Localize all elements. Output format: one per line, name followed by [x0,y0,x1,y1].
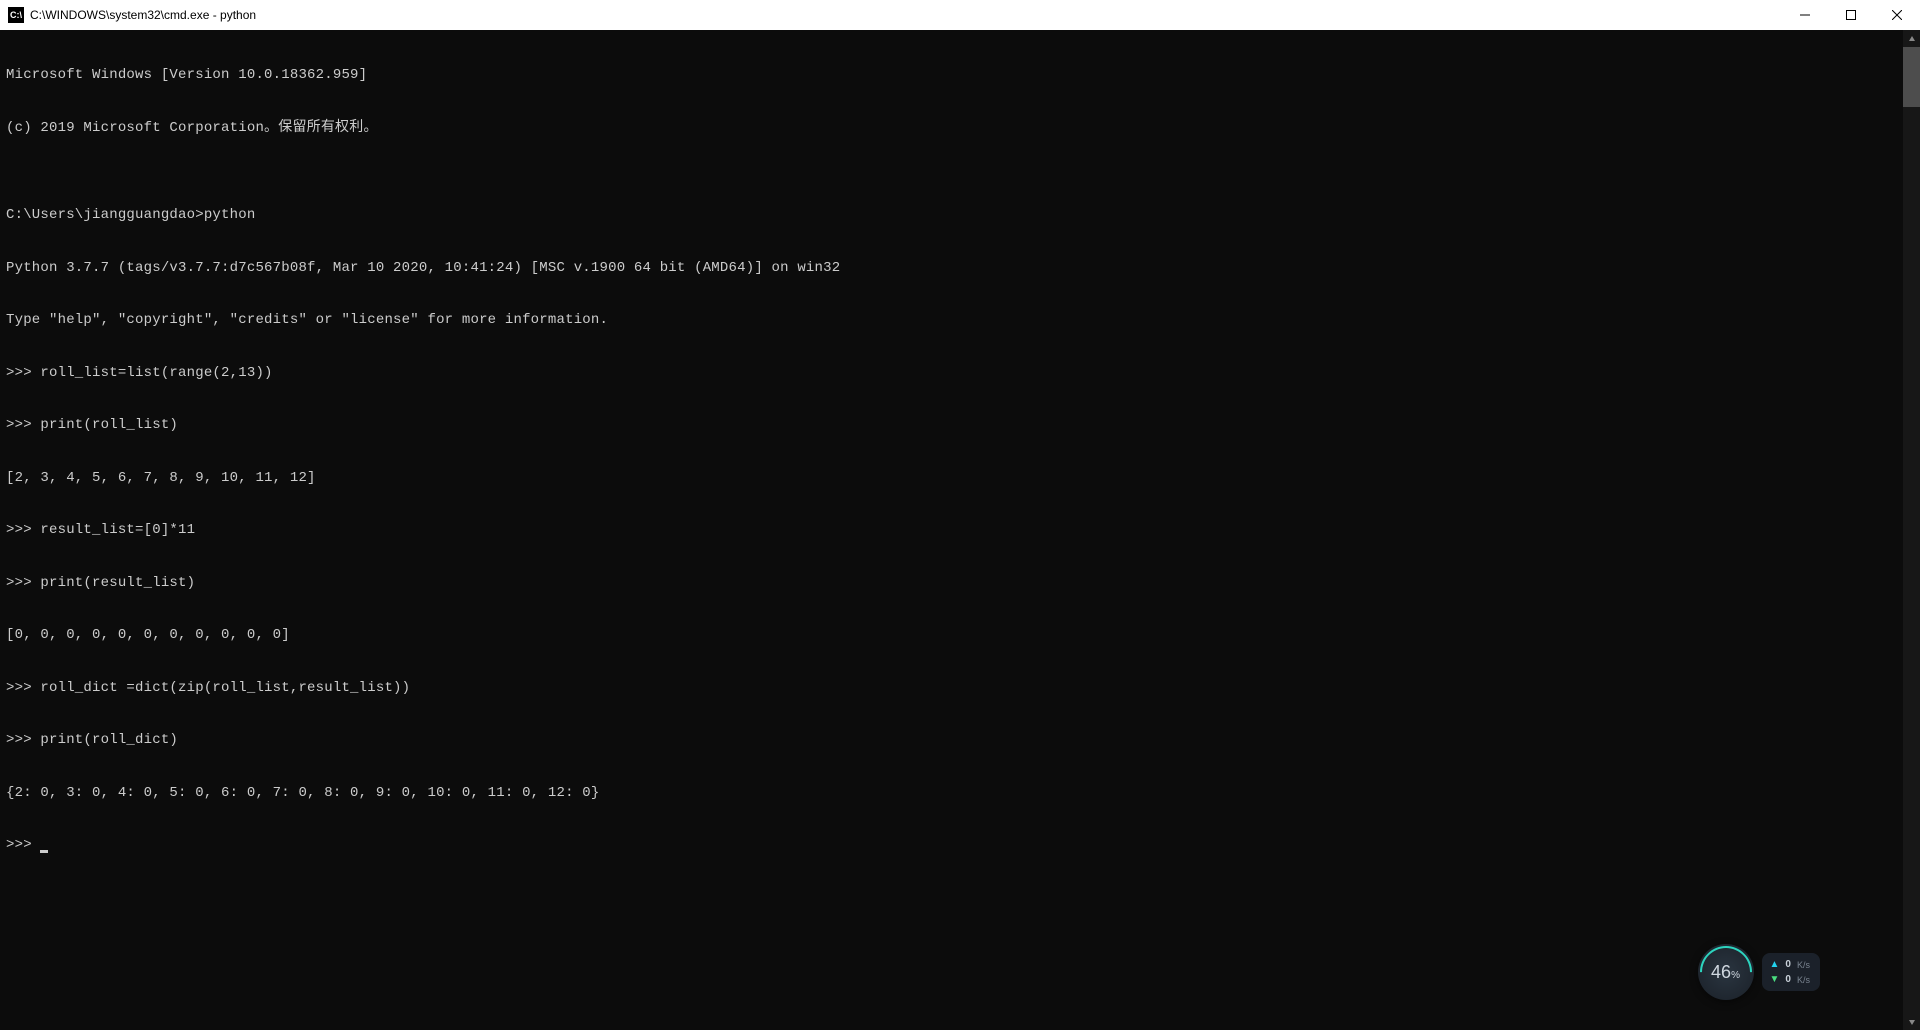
terminal-line: >>> print(roll_dict) [6,732,1914,750]
upload-row: ▲ 0 K/s [1770,959,1810,970]
terminal-line: Python 3.7.7 (tags/v3.7.7:d7c567b08f, Ma… [6,260,1914,278]
terminal-line: >>> result_list=[0]*11 [6,522,1914,540]
cpu-gauge[interactable]: 46% [1698,944,1754,1000]
window-controls [1782,0,1920,30]
terminal-output[interactable]: Microsoft Windows [Version 10.0.18362.95… [0,30,1920,1030]
system-monitor-widget[interactable]: 46% ▲ 0 K/s ▼ 0 K/s [1698,944,1820,1000]
titlebar[interactable]: C:\ C:\WINDOWS\system32\cmd.exe - python [0,0,1920,30]
terminal-line: >>> roll_dict =dict(zip(roll_list,result… [6,680,1914,698]
close-button[interactable] [1874,0,1920,30]
maximize-button[interactable] [1828,0,1874,30]
scrollbar-thumb[interactable] [1903,47,1920,107]
cmd-icon: C:\ [8,7,24,23]
upload-value: 0 [1785,959,1791,970]
terminal-line: Microsoft Windows [Version 10.0.18362.95… [6,67,1914,85]
terminal-prompt: >>> [6,837,40,853]
upload-icon: ▲ [1770,959,1780,970]
scrollbar-down-icon[interactable] [1903,1013,1920,1030]
terminal-line: C:\Users\jiangguangdao>python [6,207,1914,225]
download-value: 0 [1785,974,1791,985]
terminal-line: (c) 2019 Microsoft Corporation。保留所有权利。 [6,120,1914,138]
terminal-line: [2, 3, 4, 5, 6, 7, 8, 9, 10, 11, 12] [6,470,1914,488]
terminal-line: >>> print(result_list) [6,575,1914,593]
cursor [40,850,48,853]
download-row: ▼ 0 K/s [1770,974,1810,985]
terminal-line: [0, 0, 0, 0, 0, 0, 0, 0, 0, 0, 0] [6,627,1914,645]
terminal-prompt-line: >>> [6,837,1914,855]
terminal-line: Type "help", "copyright", "credits" or "… [6,312,1914,330]
cpu-percent: 46% [1711,962,1740,983]
minimize-button[interactable] [1782,0,1828,30]
network-stats[interactable]: ▲ 0 K/s ▼ 0 K/s [1762,953,1820,991]
scrollbar[interactable] [1903,30,1920,1030]
download-icon: ▼ [1770,974,1780,985]
terminal-line: >>> roll_list=list(range(2,13)) [6,365,1914,383]
scrollbar-up-icon[interactable] [1903,30,1920,47]
upload-unit: K/s [1797,960,1810,970]
terminal-line: {2: 0, 3: 0, 4: 0, 5: 0, 6: 0, 7: 0, 8: … [6,785,1914,803]
window-title: C:\WINDOWS\system32\cmd.exe - python [30,8,256,22]
terminal-line: >>> print(roll_list) [6,417,1914,435]
download-unit: K/s [1797,975,1810,985]
